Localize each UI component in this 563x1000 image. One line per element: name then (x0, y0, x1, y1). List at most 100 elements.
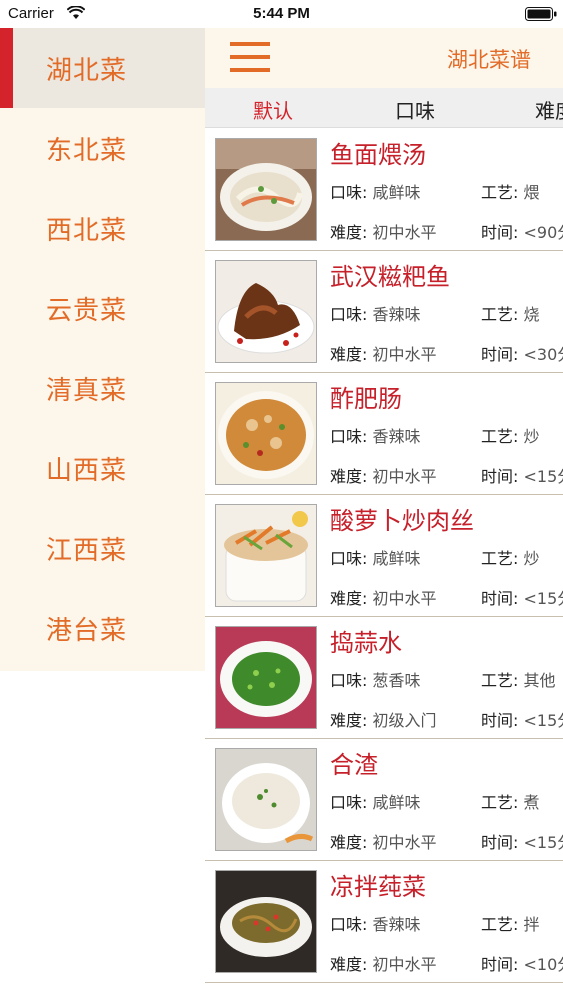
dish-thumbnail (215, 260, 317, 363)
sidebar-item-label: 湖北菜 (46, 56, 128, 86)
sidebar-item-gangtai[interactable]: 港台菜 (0, 588, 205, 668)
dish-time: 时间: <10分钟 (481, 951, 563, 975)
dish-thumbnail (215, 382, 317, 485)
dish-craft: 工艺: 炒 (481, 545, 540, 569)
time-label: 时间: (481, 223, 519, 242)
difficulty-value: 初中水平 (372, 955, 437, 974)
difficulty-value: 初中水平 (372, 223, 437, 242)
craft-label: 工艺: (481, 671, 519, 690)
sidebar-item-label: 江西菜 (46, 536, 128, 566)
time-label: 时间: (481, 467, 519, 486)
sidebar-item-xibei[interactable]: 西北菜 (0, 188, 205, 268)
tab-taste[interactable]: 口味 (395, 95, 435, 124)
time-value: <15分钟 (523, 467, 563, 486)
battery-icon (525, 7, 557, 21)
craft-value: 炒 (523, 549, 540, 568)
taste-label: 口味: (330, 183, 368, 202)
taste-label: 口味: (330, 915, 368, 934)
sidebar-item-label: 西北菜 (46, 216, 128, 246)
dish-name: 鱼面煨汤 (330, 141, 426, 169)
taste-value: 咸鲜味 (372, 549, 421, 568)
status-bar: Carrier 5:44 PM (0, 0, 563, 28)
taste-label: 口味: (330, 671, 368, 690)
list-item[interactable]: 鱼面煨汤 口味: 咸鲜味 工艺: 煨 难度: 初中水平 时间: <90分钟 (205, 129, 563, 251)
dish-taste: 口味: 葱香味 (330, 667, 421, 691)
craft-value: 煨 (523, 183, 540, 202)
filter-bar: 默认 口味 难度 (205, 88, 563, 128)
dish-difficulty: 难度: 初中水平 (330, 219, 437, 243)
dish-difficulty: 难度: 初中水平 (330, 341, 437, 365)
dish-taste: 口味: 香辣味 (330, 423, 421, 447)
dish-time: 时间: <15分钟 (481, 463, 563, 487)
list-item[interactable]: 酸萝卜炒肉丝 口味: 咸鲜味 工艺: 炒 难度: 初中水平 时间: <15分钟 (205, 495, 563, 617)
sidebar-item-qingzhen[interactable]: 清真菜 (0, 348, 205, 428)
sidebar-item-shanxi[interactable]: 山西菜 (0, 428, 205, 508)
difficulty-label: 难度: (330, 467, 368, 486)
taste-value: 咸鲜味 (372, 183, 421, 202)
active-indicator (0, 28, 13, 108)
difficulty-label: 难度: (330, 345, 368, 364)
taste-value: 葱香味 (372, 671, 421, 690)
difficulty-label: 难度: (330, 833, 368, 852)
sidebar-item-label: 东北菜 (46, 136, 128, 166)
list-item[interactable]: 凉拌莼菜 口味: 香辣味 工艺: 拌 难度: 初中水平 时间: <10分钟 (205, 861, 563, 983)
dish-name: 合渣 (330, 751, 378, 779)
list-item[interactable]: 合渣 口味: 咸鲜味 工艺: 煮 难度: 初中水平 时间: <15分钟 (205, 739, 563, 861)
dish-time: 时间: <15分钟 (481, 585, 563, 609)
time-label: 时间: (481, 711, 519, 730)
list-item[interactable]: 酢肥肠 口味: 香辣味 工艺: 炒 难度: 初中水平 时间: <15分钟 (205, 373, 563, 495)
time-label: 时间: (481, 955, 519, 974)
dish-thumbnail (215, 138, 317, 241)
sidebar-item-label: 云贵菜 (46, 296, 128, 326)
craft-value: 拌 (523, 915, 540, 934)
dish-time: 时间: <15分钟 (481, 829, 563, 853)
time-value: <10分钟 (523, 955, 563, 974)
page-title: 湖北菜谱 (447, 48, 531, 72)
sidebar-item-jiangxi[interactable]: 江西菜 (0, 508, 205, 588)
difficulty-value: 初中水平 (372, 833, 437, 852)
sidebar-item-label: 港台菜 (46, 616, 128, 646)
taste-label: 口味: (330, 549, 368, 568)
list-item[interactable]: 武汉糍粑鱼 口味: 香辣味 工艺: 烧 难度: 初中水平 时间: <30分钟 (205, 251, 563, 373)
difficulty-label: 难度: (330, 711, 368, 730)
dish-taste: 口味: 咸鲜味 (330, 179, 421, 203)
dish-thumbnail (215, 748, 317, 851)
dish-name: 凉拌莼菜 (330, 873, 426, 901)
time-value: <15分钟 (523, 711, 563, 730)
dish-name: 捣蒜水 (330, 629, 402, 657)
craft-label: 工艺: (481, 183, 519, 202)
craft-label: 工艺: (481, 549, 519, 568)
craft-value: 炒 (523, 427, 540, 446)
hamburger-menu-icon[interactable] (229, 39, 271, 75)
craft-label: 工艺: (481, 793, 519, 812)
time-label: 时间: (481, 589, 519, 608)
dish-taste: 口味: 香辣味 (330, 911, 421, 935)
sidebar-item-label: 清真菜 (46, 376, 128, 406)
dish-name: 酸萝卜炒肉丝 (330, 507, 474, 535)
difficulty-value: 初中水平 (372, 345, 437, 364)
taste-value: 香辣味 (372, 915, 421, 934)
dish-taste: 口味: 咸鲜味 (330, 789, 421, 813)
taste-value: 香辣味 (372, 305, 421, 324)
craft-label: 工艺: (481, 915, 519, 934)
taste-label: 口味: (330, 793, 368, 812)
tab-default[interactable]: 默认 (253, 95, 293, 124)
sidebar-item-hubei[interactable]: 湖北菜 (0, 28, 205, 108)
dish-difficulty: 难度: 初级入门 (330, 707, 437, 731)
dish-time: 时间: <30分钟 (481, 341, 563, 365)
dish-difficulty: 难度: 初中水平 (330, 463, 437, 487)
clock: 5:44 PM (253, 5, 310, 22)
tab-difficulty[interactable]: 难度 (535, 95, 563, 124)
taste-value: 咸鲜味 (372, 793, 421, 812)
taste-value: 香辣味 (372, 427, 421, 446)
category-sidebar: 湖北菜 东北菜 西北菜 云贵菜 清真菜 山西菜 江西菜 港台菜 (0, 28, 205, 671)
dish-taste: 口味: 香辣味 (330, 301, 421, 325)
dish-difficulty: 难度: 初中水平 (330, 585, 437, 609)
list-item[interactable]: 捣蒜水 口味: 葱香味 工艺: 其他 难度: 初级入门 时间: <15分钟 (205, 617, 563, 739)
dish-craft: 工艺: 烧 (481, 301, 540, 325)
sidebar-item-dongbei[interactable]: 东北菜 (0, 108, 205, 188)
sidebar-item-yungui[interactable]: 云贵菜 (0, 268, 205, 348)
difficulty-label: 难度: (330, 955, 368, 974)
dish-thumbnail (215, 626, 317, 729)
craft-value: 烧 (523, 305, 540, 324)
